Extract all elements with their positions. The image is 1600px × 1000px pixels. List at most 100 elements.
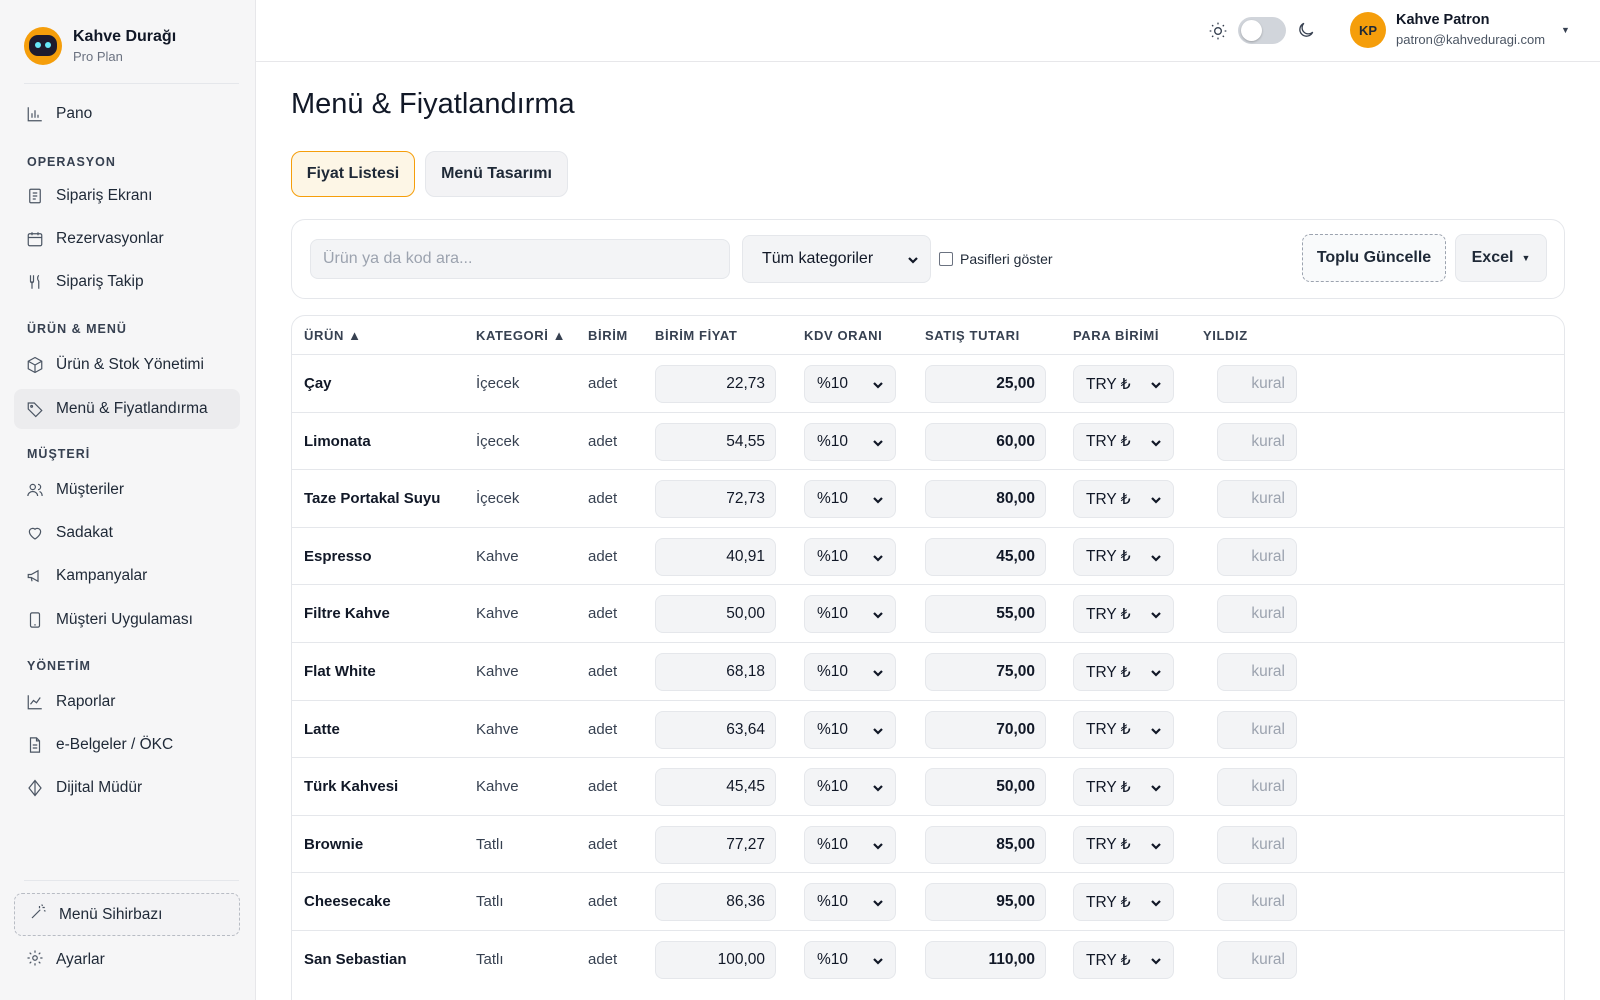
vat-select[interactable]: %10 <box>804 710 896 749</box>
currency-select[interactable]: TRY ₺ <box>1073 422 1174 461</box>
star-input[interactable]: kural <box>1217 595 1297 634</box>
unit-price-input[interactable]: 100,00 <box>655 941 776 979</box>
unit-price-input[interactable]: 63,64 <box>655 710 776 749</box>
star-input[interactable]: kural <box>1217 710 1297 749</box>
table-row[interactable]: San Sebastian Tatlı adet 100,00 %10 110,00 TRY… <box>292 930 1564 988</box>
vat-select[interactable]: %10 <box>804 941 896 979</box>
table-row[interactable]: Brownie Tatlı adet 77,27 %10 85,00 TRY ₺ kural <box>292 814 1564 873</box>
sale-total-input[interactable]: 45,00 <box>925 537 1046 576</box>
checkbox[interactable] <box>939 252 953 266</box>
currency-select[interactable]: TRY ₺ <box>1073 941 1174 979</box>
unit-price-input[interactable]: 72,73 <box>655 480 776 519</box>
unit-price-input[interactable]: 86,36 <box>655 883 776 922</box>
sale-total-input[interactable]: 85,00 <box>925 825 1046 864</box>
sidebar-item-ebelgeler[interactable]: e-Belgeler / ÖKC <box>14 725 240 765</box>
sidebar-item-musteriler[interactable]: Müşteriler <box>14 470 240 510</box>
star-input[interactable]: kural <box>1217 883 1297 922</box>
star-input[interactable]: kural <box>1217 480 1297 519</box>
star-input[interactable]: kural <box>1217 537 1297 576</box>
sale-total-input[interactable]: 110,00 <box>925 941 1046 979</box>
col-category[interactable]: KATEGORİ ▲ <box>476 328 566 343</box>
sale-total-input[interactable]: 55,00 <box>925 595 1046 634</box>
sidebar-item-raporlar[interactable]: Raporlar <box>14 682 240 722</box>
currency-select[interactable]: TRY ₺ <box>1073 710 1174 749</box>
vat-select[interactable]: %10 <box>804 595 896 634</box>
sidebar-item-label: Müşteri Uygulaması <box>56 611 193 628</box>
sidebar-item-kampanyalar[interactable]: Kampanyalar <box>14 556 240 596</box>
chevron-down-icon <box>872 378 884 390</box>
table-row[interactable]: Espresso Kahve adet 40,91 %10 45,00 TRY ₺ kural <box>292 526 1564 585</box>
unit-price-input[interactable]: 68,18 <box>655 653 776 691</box>
unit-price-input[interactable]: 54,55 <box>655 422 776 461</box>
brand[interactable]: Kahve Durağı Pro Plan <box>24 22 176 70</box>
brand-plan: Pro Plan <box>73 49 123 64</box>
vat-select[interactable]: %10 <box>804 422 896 461</box>
sale-total-input[interactable]: 50,00 <box>925 768 1046 807</box>
currency-select[interactable]: TRY ₺ <box>1073 768 1174 807</box>
star-input[interactable]: kural <box>1217 768 1297 807</box>
sidebar-item-rezervasyonlar[interactable]: Rezervasyonlar <box>14 219 240 259</box>
table-row[interactable]: Filtre Kahve Kahve adet 50,00 %10 55,00 TRY ₺ k… <box>292 584 1564 642</box>
vat-select[interactable]: %10 <box>804 653 896 691</box>
vat-select[interactable]: %10 <box>804 825 896 864</box>
sidebar-item-siparis-takip[interactable]: Sipariş Takip <box>14 262 240 302</box>
menu-wizard-button[interactable]: Menü Sihirbazı <box>14 893 240 936</box>
unit-price-input[interactable]: 45,45 <box>655 768 776 807</box>
sale-total-input[interactable]: 75,00 <box>925 653 1046 691</box>
currency-select[interactable]: TRY ₺ <box>1073 365 1174 403</box>
tab-menu-design[interactable]: Menü Tasarımı <box>425 151 568 197</box>
table-row[interactable]: Cheesecake Tatlı adet 86,36 %10 95,00 TRY ₺ kur… <box>292 872 1564 930</box>
theme-toggle[interactable] <box>1238 17 1286 44</box>
currency-select[interactable]: TRY ₺ <box>1073 480 1174 519</box>
search-input[interactable] <box>310 239 730 279</box>
currency-select[interactable]: TRY ₺ <box>1073 883 1174 922</box>
table-row[interactable]: Latte Kahve adet 63,64 %10 70,00 TRY ₺ kural <box>292 699 1564 758</box>
sidebar-item-urun-stok[interactable]: Ürün & Stok Yönetimi <box>14 345 240 385</box>
sale-total-input[interactable]: 80,00 <box>925 480 1046 519</box>
sidebar-item-dijital-mudur[interactable]: Dijital Müdür <box>14 768 240 808</box>
table-row[interactable]: Taze Portakal Suyu İçecek adet 72,73 %10 80,0… <box>292 469 1564 527</box>
tab-price-list[interactable]: Fiyat Listesi <box>291 151 415 197</box>
vat-select[interactable]: %10 <box>804 768 896 807</box>
vat-select[interactable]: %10 <box>804 365 896 403</box>
currency-select[interactable]: TRY ₺ <box>1073 825 1174 864</box>
sidebar-item-settings[interactable]: Ayarlar <box>14 940 240 980</box>
table-row[interactable]: Limonata İçecek adet 54,55 %10 60,00 TRY ₺ kura… <box>292 411 1564 470</box>
col-product[interactable]: ÜRÜN ▲ <box>304 328 362 343</box>
product-category: Kahve <box>476 605 519 623</box>
star-input[interactable]: kural <box>1217 365 1297 403</box>
sidebar-item-sadakat[interactable]: Sadakat <box>14 513 240 553</box>
unit-price-input[interactable]: 77,27 <box>655 825 776 864</box>
vat-select[interactable]: %10 <box>804 883 896 922</box>
user-name[interactable]: Kahve Patron <box>1396 12 1489 28</box>
avatar[interactable]: KP <box>1350 12 1386 48</box>
sale-total-input[interactable]: 95,00 <box>925 883 1046 922</box>
show-passive-checkbox[interactable]: Pasifleri göster <box>939 251 1053 267</box>
chevron-down-icon[interactable]: ▼ <box>1561 25 1570 35</box>
currency-select[interactable]: TRY ₺ <box>1073 653 1174 691</box>
currency-select[interactable]: TRY ₺ <box>1073 595 1174 634</box>
star-input[interactable]: kural <box>1217 825 1297 864</box>
sale-total-input[interactable]: 25,00 <box>925 365 1046 403</box>
currency-select[interactable]: TRY ₺ <box>1073 537 1174 576</box>
unit-price-input[interactable]: 22,73 <box>655 365 776 403</box>
table-row[interactable]: Flat White Kahve adet 68,18 %10 75,00 TRY ₺ kur… <box>292 642 1564 700</box>
vat-select[interactable]: %10 <box>804 480 896 519</box>
vat-select[interactable]: %10 <box>804 537 896 576</box>
star-input[interactable]: kural <box>1217 941 1297 979</box>
excel-button[interactable]: Excel ▼ <box>1455 234 1547 282</box>
table-row[interactable]: Türk Kahvesi Kahve adet 45,45 %10 50,00 TRY ₺ k… <box>292 757 1564 815</box>
sidebar-item-menu-fiyat[interactable]: Menü & Fiyatlandırma <box>14 389 240 429</box>
sidebar-item-siparis-ekrani[interactable]: Sipariş Ekranı <box>14 176 240 216</box>
unit-price-input[interactable]: 50,00 <box>655 595 776 634</box>
sale-total-input[interactable]: 60,00 <box>925 422 1046 461</box>
star-input[interactable]: kural <box>1217 422 1297 461</box>
unit-price-input[interactable]: 40,91 <box>655 537 776 576</box>
sidebar-item-pano[interactable]: Pano <box>14 94 240 134</box>
sale-total-input[interactable]: 70,00 <box>925 710 1046 749</box>
sidebar-item-musteri-uygulamasi[interactable]: Müşteri Uygulaması <box>14 600 240 640</box>
table-row[interactable]: Çay İçecek adet 22,73 %10 25,00 TRY ₺ kural <box>292 354 1564 412</box>
star-input[interactable]: kural <box>1217 653 1297 691</box>
category-select[interactable]: Tüm kategoriler <box>742 235 931 283</box>
bulk-update-button[interactable]: Toplu Güncelle <box>1302 234 1446 282</box>
